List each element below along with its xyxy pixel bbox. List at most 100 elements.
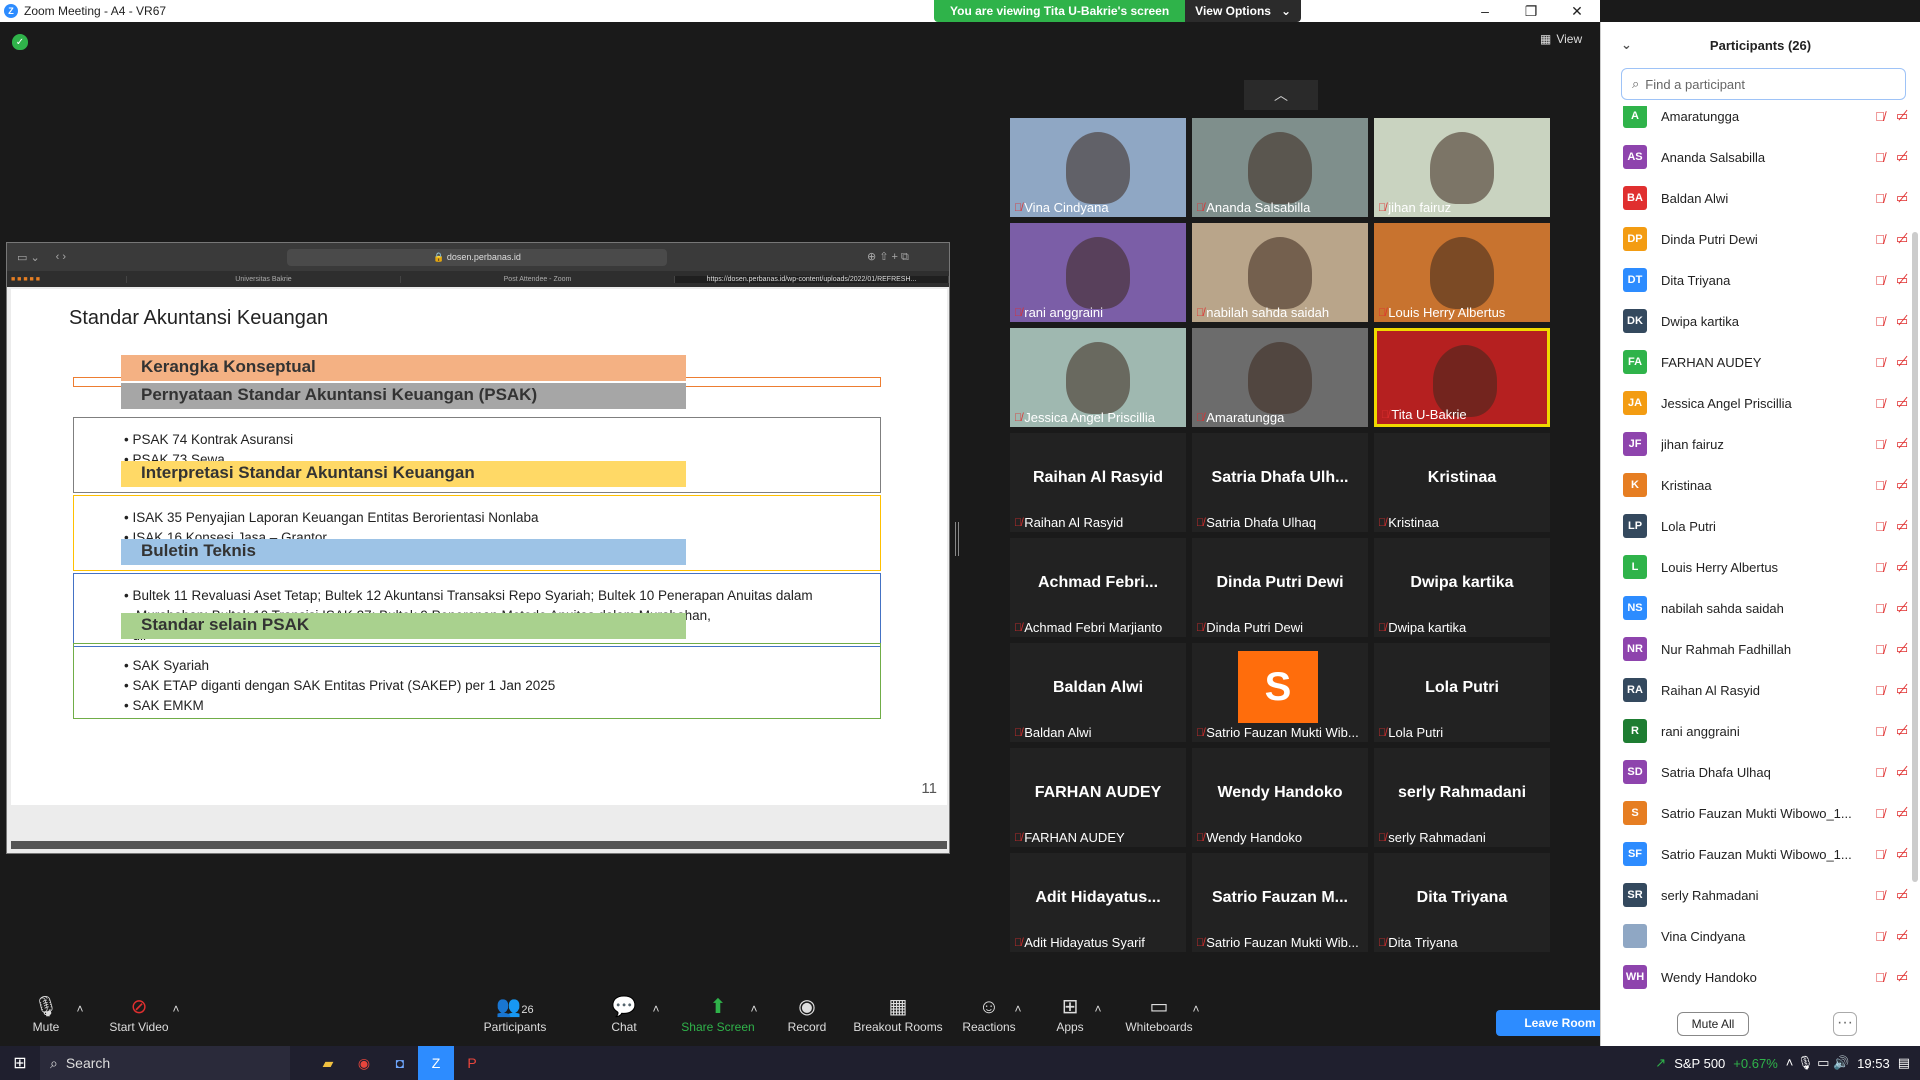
participant-row[interactable]: SR serly Rahmadani 🎙̸ ▭̸ xyxy=(1623,875,1913,915)
horizontal-scrollbar[interactable] xyxy=(11,841,947,849)
chevron-down-icon[interactable]: ⌄ xyxy=(1621,37,1632,53)
address-bar[interactable]: 🔒 dosen.perbanas.id xyxy=(287,249,667,266)
name-tile[interactable]: Wendy Handoko 🎙̸ Wendy Handoko xyxy=(1192,748,1368,847)
share-options-caret[interactable]: ˄ xyxy=(744,1002,764,1016)
chrome-icon[interactable]: ◉ xyxy=(346,1055,382,1072)
audio-options-caret[interactable]: ˄ xyxy=(70,1002,90,1016)
name-tile[interactable]: serly Rahmadani 🎙̸ serly Rahmadani xyxy=(1374,748,1550,847)
mic-muted-icon[interactable]: 🎙̸ xyxy=(1869,314,1891,329)
video-off-icon[interactable]: ▭̸ xyxy=(1891,928,1913,944)
sidebar-icon[interactable]: ▭ ⌄ xyxy=(17,251,40,264)
back-icon[interactable]: ‹ › xyxy=(56,251,66,263)
participant-row[interactable]: DP Dinda Putri Dewi 🎙̸ ▭̸ xyxy=(1623,219,1913,259)
taskbar-search[interactable]: ⌕ Search xyxy=(40,1046,290,1080)
windows-start-icon[interactable]: ⊞ xyxy=(0,1053,40,1073)
video-tile[interactable]: 🎙̸ Amaratungga xyxy=(1192,328,1368,427)
video-off-icon[interactable]: ▭̸ xyxy=(1891,108,1913,124)
video-off-icon[interactable]: ▭̸ xyxy=(1891,231,1913,247)
participant-search-input[interactable]: ⌕ Find a participant xyxy=(1621,68,1906,100)
video-off-icon[interactable]: ▭̸ xyxy=(1891,395,1913,411)
tab-pdf[interactable]: https://dosen.perbanas.id/wp-content/upl… xyxy=(675,275,949,283)
breakout-rooms-button[interactable]: ▦ Breakout Rooms xyxy=(852,994,944,1034)
video-off-icon[interactable]: ▭̸ xyxy=(1891,436,1913,452)
participant-row[interactable]: S Satrio Fauzan Mukti Wibowo_1... 🎙̸ ▭̸ xyxy=(1623,793,1913,833)
name-tile[interactable]: Lola Putri 🎙̸ Lola Putri xyxy=(1374,643,1550,742)
mic-muted-icon[interactable]: 🎙̸ xyxy=(1869,273,1891,288)
name-tile[interactable]: Satrio Fauzan M... 🎙̸ Satrio Fauzan Mukti … xyxy=(1192,853,1368,952)
video-off-icon[interactable]: ▭̸ xyxy=(1891,846,1913,862)
mute-button[interactable]: 🎙 Mute xyxy=(20,994,72,1034)
participant-row[interactable]: FA FARHAN AUDEY 🎙̸ ▭̸ xyxy=(1623,342,1913,382)
name-tile[interactable]: Dinda Putri Dewi 🎙̸ Dinda Putri Dewi xyxy=(1192,538,1368,637)
participant-row[interactable]: NR Nur Rahmah Fadhillah 🎙̸ ▭̸ xyxy=(1623,629,1913,669)
video-off-icon[interactable]: ▭̸ xyxy=(1891,600,1913,616)
participant-row[interactable]: WH Wendy Handoko 🎙̸ ▭̸ xyxy=(1623,957,1913,996)
reactions-caret[interactable]: ˄ xyxy=(1008,1002,1028,1016)
app-icon[interactable]: ◘ xyxy=(382,1055,418,1071)
mic-muted-icon[interactable]: 🎙̸ xyxy=(1869,150,1891,165)
video-off-icon[interactable]: ▭̸ xyxy=(1891,354,1913,370)
file-explorer-icon[interactable]: ▰ xyxy=(310,1055,346,1072)
participant-row[interactable]: K Kristinaa 🎙̸ ▭̸ xyxy=(1623,465,1913,505)
start-video-button[interactable]: ⊘ Start Video xyxy=(104,994,174,1034)
name-tile[interactable]: Adit Hidayatus... 🎙̸ Adit Hidayatus Syarif xyxy=(1010,853,1186,952)
participant-row[interactable]: JF jihan fairuz 🎙̸ ▭̸ xyxy=(1623,424,1913,464)
powerpoint-icon[interactable]: P xyxy=(454,1055,490,1071)
video-tile[interactable]: 🎙̸ Vina Cindyana xyxy=(1010,118,1186,217)
mic-muted-icon[interactable]: 🎙̸ xyxy=(1869,437,1891,452)
maximize-button[interactable]: ❐ xyxy=(1508,3,1554,20)
mic-muted-icon[interactable]: 🎙̸ xyxy=(1869,683,1891,698)
participant-list-scrollbar[interactable] xyxy=(1912,232,1918,882)
clock[interactable]: 19:53 xyxy=(1857,1056,1890,1071)
record-button[interactable]: ◉ Record xyxy=(782,994,832,1034)
video-tile[interactable]: 🎙̸ Tita U-Bakrie xyxy=(1374,328,1550,427)
video-off-icon[interactable]: ▭̸ xyxy=(1891,641,1913,657)
video-off-icon[interactable]: ▭̸ xyxy=(1891,190,1913,206)
participant-row[interactable]: LP Lola Putri 🎙̸ ▭̸ xyxy=(1623,506,1913,546)
mute-all-button[interactable]: Mute All xyxy=(1677,1012,1749,1036)
mic-muted-icon[interactable]: 🎙̸ xyxy=(1869,109,1891,124)
collapse-gallery-button[interactable]: ︿ xyxy=(1244,80,1318,110)
apps-caret[interactable]: ˄ xyxy=(1088,1002,1108,1016)
zoom-taskbar-icon[interactable]: Z xyxy=(418,1046,454,1080)
tab-post-attendee[interactable]: Post Attendee - Zoom xyxy=(401,275,675,283)
video-options-caret[interactable]: ˄ xyxy=(166,1002,186,1016)
video-tile[interactable]: 🎙̸ Louis Herry Albertus xyxy=(1374,223,1550,322)
participant-row[interactable]: DT Dita Triyana 🎙̸ ▭̸ xyxy=(1623,260,1913,300)
mic-muted-icon[interactable]: 🎙̸ xyxy=(1869,560,1891,575)
mic-muted-icon[interactable]: 🎙̸ xyxy=(1869,765,1891,780)
mic-muted-icon[interactable]: 🎙̸ xyxy=(1869,478,1891,493)
minimize-button[interactable]: – xyxy=(1462,3,1508,19)
tray-icons[interactable]: ˄ 🎙 ▭ 🔊 xyxy=(1786,1055,1849,1071)
video-tile[interactable]: 🎙̸ jihan fairuz xyxy=(1374,118,1550,217)
mic-muted-icon[interactable]: 🎙̸ xyxy=(1869,847,1891,862)
name-tile[interactable]: S 🎙̸ Satrio Fauzan Mukti Wib... xyxy=(1192,643,1368,742)
participant-row[interactable]: BA Baldan Alwi 🎙̸ ▭̸ xyxy=(1623,178,1913,218)
mic-muted-icon[interactable]: 🎙̸ xyxy=(1869,929,1891,944)
participant-row[interactable]: NS nabilah sahda saidah 🎙̸ ▭̸ xyxy=(1623,588,1913,628)
video-off-icon[interactable]: ▭̸ xyxy=(1891,477,1913,493)
close-button[interactable]: ✕ xyxy=(1554,3,1600,20)
name-tile[interactable]: FARHAN AUDEY 🎙̸ FARHAN AUDEY xyxy=(1010,748,1186,847)
security-shield-icon[interactable]: ✓ xyxy=(12,34,28,50)
mic-muted-icon[interactable]: 🎙̸ xyxy=(1869,232,1891,247)
mic-muted-icon[interactable]: 🎙̸ xyxy=(1869,888,1891,903)
mic-muted-icon[interactable]: 🎙̸ xyxy=(1869,355,1891,370)
name-tile[interactable]: Baldan Alwi 🎙̸ Baldan Alwi xyxy=(1010,643,1186,742)
mic-muted-icon[interactable]: 🎙̸ xyxy=(1869,642,1891,657)
splitter-handle[interactable] xyxy=(955,522,959,556)
participant-row[interactable]: L Louis Herry Albertus 🎙̸ ▭̸ xyxy=(1623,547,1913,587)
video-off-icon[interactable]: ▭̸ xyxy=(1891,723,1913,739)
mic-muted-icon[interactable]: 🎙̸ xyxy=(1869,519,1891,534)
notification-icon[interactable]: ▤ xyxy=(1898,1055,1910,1071)
view-options-button[interactable]: View Options ⌄ xyxy=(1185,0,1302,22)
participant-row[interactable]: DK Dwipa kartika 🎙̸ ▭̸ xyxy=(1623,301,1913,341)
participant-row[interactable]: SD Satria Dhafa Ulhaq 🎙̸ ▭̸ xyxy=(1623,752,1913,792)
participant-row[interactable]: AS Ananda Salsabilla 🎙̸ ▭̸ xyxy=(1623,137,1913,177)
name-tile[interactable]: Dita Triyana 🎙̸ Dita Triyana xyxy=(1374,853,1550,952)
participants-button[interactable]: 👥26 Participants xyxy=(480,994,550,1034)
whiteboards-button[interactable]: ▭ Whiteboards xyxy=(1124,994,1194,1034)
name-tile[interactable]: Dwipa kartika 🎙̸ Dwipa kartika xyxy=(1374,538,1550,637)
participant-row[interactable]: JA Jessica Angel Priscillia 🎙̸ ▭̸ xyxy=(1623,383,1913,423)
mic-muted-icon[interactable]: 🎙̸ xyxy=(1869,806,1891,821)
